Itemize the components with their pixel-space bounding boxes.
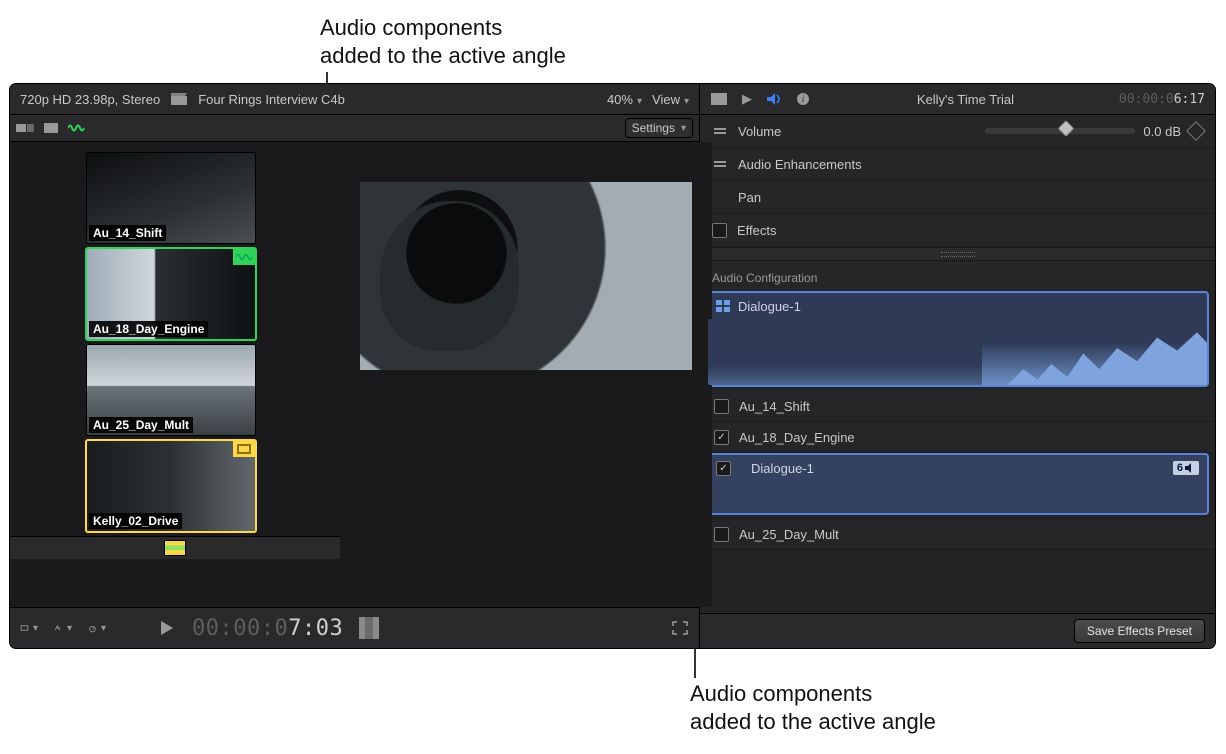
inspector-pane: ▶ i Kelly's Time Trial 00:00:06:17 Volum… bbox=[700, 84, 1215, 648]
pan-label: Pan bbox=[738, 190, 761, 205]
video-only-icon[interactable] bbox=[42, 121, 60, 135]
angle-label: Au_14_Shift bbox=[89, 225, 166, 241]
video-audio-icon[interactable] bbox=[16, 121, 34, 135]
inspector-footer: Save Effects Preset bbox=[700, 613, 1215, 648]
viewer-subheader: Settings ▾ bbox=[10, 115, 699, 142]
collapse-icon[interactable] bbox=[712, 158, 728, 170]
audio-only-icon[interactable] bbox=[68, 121, 86, 135]
audio-enhancements-label: Audio Enhancements bbox=[738, 157, 862, 172]
component-label: Au_25_Day_Mult bbox=[739, 527, 839, 542]
multicam-icon bbox=[716, 300, 730, 312]
divider-handle[interactable] bbox=[700, 247, 1215, 261]
audio-inspector-tab[interactable] bbox=[766, 92, 784, 106]
audio-config-main-label: Dialogue-1 bbox=[738, 299, 801, 314]
component-label: Au_14_Shift bbox=[739, 399, 810, 414]
viewer-title: Four Rings Interview C4b bbox=[198, 92, 345, 107]
angle-item[interactable]: Au_25_Day_Mult bbox=[86, 344, 256, 436]
effects-row[interactable]: Effects bbox=[700, 214, 1215, 247]
color-inspector-tab[interactable]: ▶ bbox=[738, 92, 756, 106]
settings-label: Settings bbox=[632, 121, 675, 135]
audio-config-label: Audio Configuration bbox=[700, 261, 1215, 291]
transport-bar: 00:00:07:03 bbox=[10, 607, 699, 648]
audio-component-row[interactable]: Au_18_Day_Engine bbox=[700, 422, 1215, 453]
viewer-pane: 720p HD 23.98p, Stereo Four Rings Interv… bbox=[10, 84, 700, 648]
volume-slider[interactable] bbox=[985, 128, 1135, 134]
clapper-icon bbox=[170, 92, 188, 106]
collapse-icon[interactable] bbox=[712, 125, 728, 137]
callout-bottom: Audio componentsadded to the active angl… bbox=[690, 680, 936, 735]
video-preview[interactable] bbox=[360, 182, 692, 370]
effects-checkbox[interactable] bbox=[712, 223, 727, 238]
inspector-header: ▶ i Kelly's Time Trial 00:00:06:17 bbox=[700, 84, 1215, 115]
save-effects-preset-button[interactable]: Save Effects Preset bbox=[1074, 619, 1205, 643]
inspector-timecode: 00:00:06:17 bbox=[1119, 92, 1205, 107]
timecode-bright: 7:03 bbox=[288, 616, 343, 641]
keyframe-icon[interactable] bbox=[1186, 121, 1206, 141]
audio-component-row[interactable]: Au_25_Day_Mult bbox=[700, 519, 1215, 550]
angle-bottom-bar bbox=[10, 536, 340, 559]
info-inspector-tab[interactable]: i bbox=[794, 92, 812, 106]
angle-label: Au_18_Day_Engine bbox=[89, 321, 208, 337]
surround-badge: 6 bbox=[1173, 461, 1199, 475]
audio-config-main[interactable]: Dialogue-1 bbox=[706, 291, 1209, 387]
fullscreen-icon[interactable] bbox=[671, 621, 689, 635]
audio-component-row[interactable]: Au_14_Shift bbox=[700, 391, 1215, 422]
pan-row[interactable]: Pan bbox=[700, 181, 1215, 214]
zoom-menu[interactable]: 40% bbox=[607, 92, 642, 107]
crop-tool-menu[interactable] bbox=[20, 621, 38, 635]
filmstrip-icon bbox=[233, 441, 255, 457]
component-checkbox[interactable] bbox=[714, 430, 729, 445]
angle-strip: Au_14_Shift Au_18_Day_Engine Au_25_Day_M… bbox=[10, 142, 344, 536]
preview-area bbox=[340, 142, 712, 607]
timecode-dim: 00:00:0 bbox=[192, 616, 288, 641]
view-menu[interactable]: View bbox=[652, 92, 689, 107]
angle-display-icon[interactable] bbox=[164, 540, 186, 556]
audio-config-sub[interactable]: Dialogue-1 6 bbox=[706, 453, 1209, 515]
component-checkbox[interactable] bbox=[714, 527, 729, 542]
video-inspector-tab[interactable] bbox=[710, 92, 728, 106]
volume-label: Volume bbox=[738, 124, 781, 139]
retime-tool-menu[interactable] bbox=[54, 621, 72, 635]
settings-menu[interactable]: Settings ▾ bbox=[625, 118, 693, 138]
component-checkbox[interactable] bbox=[716, 461, 731, 476]
angle-item-active-audio[interactable]: Au_18_Day_Engine bbox=[86, 248, 256, 340]
angle-label: Au_25_Day_Mult bbox=[89, 417, 193, 433]
audio-config-sub-label: Dialogue-1 bbox=[751, 461, 814, 476]
angle-item[interactable]: Au_14_Shift bbox=[86, 152, 256, 244]
angle-label: Kelly_02_Drive bbox=[89, 513, 182, 529]
waveform-icon bbox=[233, 249, 255, 265]
app-window: 720p HD 23.98p, Stereo Four Rings Interv… bbox=[10, 84, 1215, 648]
speed-menu[interactable] bbox=[88, 621, 106, 635]
volume-row: Volume 0.0 dB bbox=[700, 115, 1215, 148]
component-label: Au_18_Day_Engine bbox=[739, 430, 855, 445]
audio-enhancements-row[interactable]: Audio Enhancements bbox=[700, 148, 1215, 181]
waveform-display bbox=[708, 319, 1207, 385]
volume-value: 0.0 dB bbox=[1143, 124, 1181, 139]
viewer-body: Au_14_Shift Au_18_Day_Engine Au_25_Day_M… bbox=[10, 142, 699, 607]
angle-item-active-video[interactable]: Kelly_02_Drive bbox=[86, 440, 256, 532]
inspector-title: Kelly's Time Trial bbox=[822, 92, 1109, 107]
callout-top: Audio componentsadded to the active angl… bbox=[320, 14, 566, 69]
play-button[interactable] bbox=[158, 621, 176, 635]
component-checkbox[interactable] bbox=[714, 399, 729, 414]
timecode-display[interactable]: 00:00:07:03 bbox=[192, 616, 343, 641]
viewer-header: 720p HD 23.98p, Stereo Four Rings Interv… bbox=[10, 84, 699, 115]
chevron-down-icon: ▾ bbox=[681, 123, 686, 134]
effects-label: Effects bbox=[737, 223, 777, 238]
audio-meters bbox=[359, 617, 379, 639]
viewer-format: 720p HD 23.98p, Stereo bbox=[20, 92, 160, 107]
